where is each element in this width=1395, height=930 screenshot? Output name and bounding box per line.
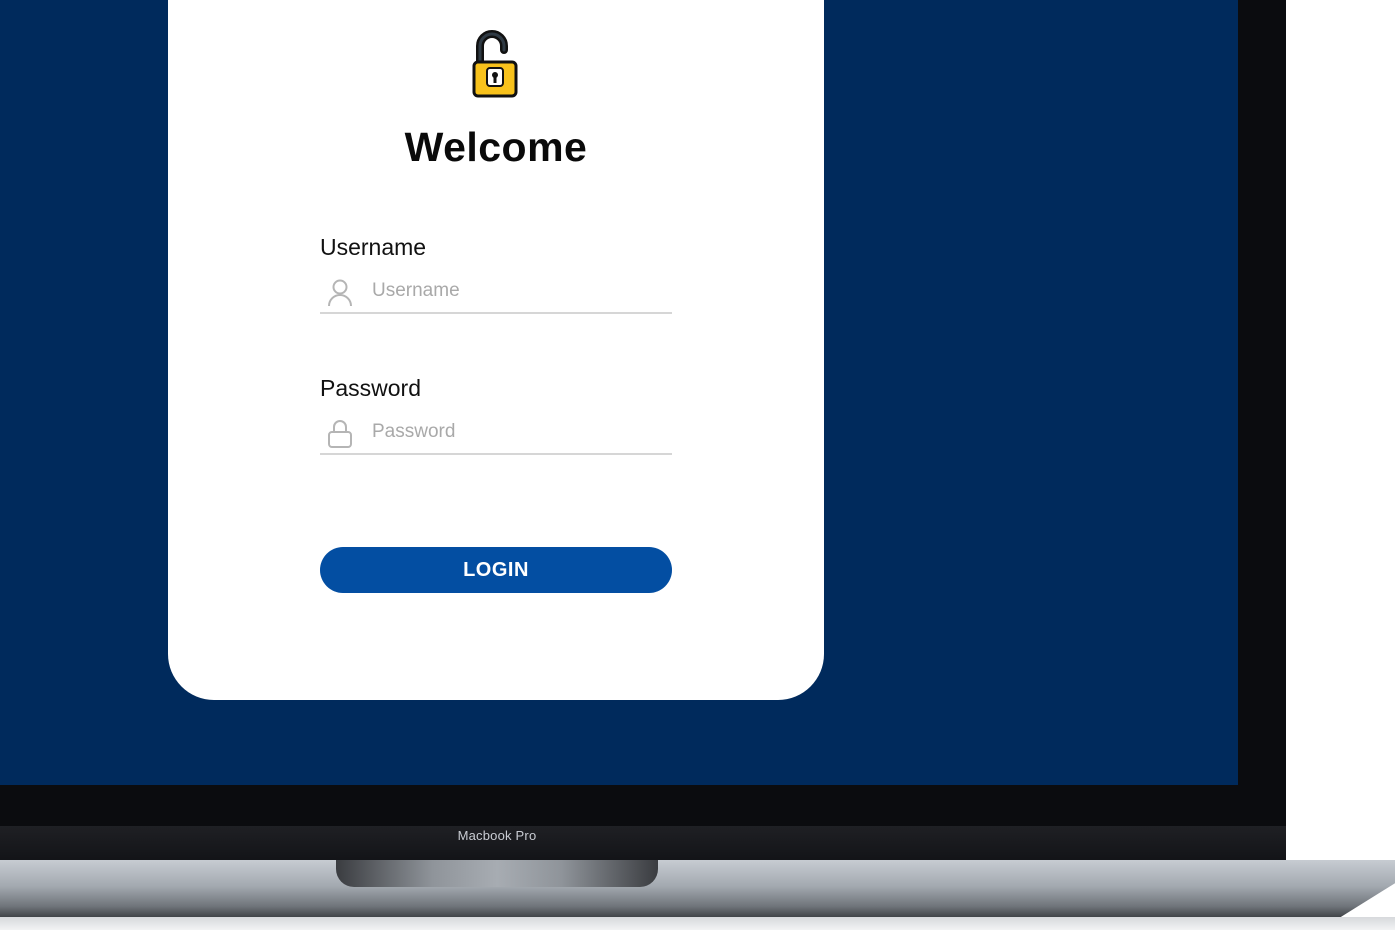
login-card xyxy=(168,0,824,700)
login-button[interactable]: LOGIN xyxy=(320,547,672,593)
device-label: Macbook Pro xyxy=(457,828,537,843)
lock-icon xyxy=(328,420,352,448)
password-field[interactable] xyxy=(320,413,672,455)
laptop-shadow xyxy=(0,917,1395,930)
password-input[interactable] xyxy=(372,415,662,449)
username-input[interactable] xyxy=(372,274,662,308)
laptop-lid-notch xyxy=(336,860,658,887)
username-label: Username xyxy=(320,234,427,260)
unlocked-padlock-icon xyxy=(472,30,518,98)
username-field[interactable] xyxy=(320,272,672,314)
user-icon xyxy=(328,279,352,307)
laptop-base xyxy=(0,860,1395,918)
laptop-mockup: Macbook Pro Welcome Username Password LO… xyxy=(0,0,1395,930)
password-label: Password xyxy=(320,375,421,401)
page-title: Welcome xyxy=(404,124,588,170)
